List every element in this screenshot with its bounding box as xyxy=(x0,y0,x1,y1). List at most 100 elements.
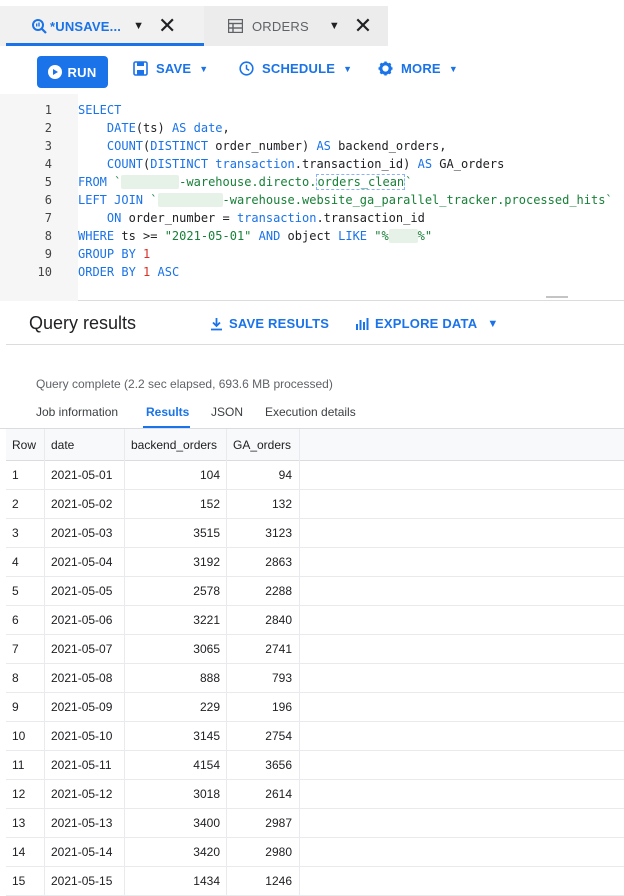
chevron-down-icon[interactable]: ▼ xyxy=(133,20,144,32)
code-token: "2021-05-01" xyxy=(164,229,252,243)
chevron-down-icon: ▼ xyxy=(448,63,458,74)
table-row[interactable]: 15 2021-05-15 1434 1246 xyxy=(6,867,624,896)
more-button[interactable]: MORE ▼ xyxy=(378,61,458,76)
date-cell: 2021-05-13 xyxy=(51,816,113,830)
backend-orders-cell: 152 xyxy=(199,497,220,511)
code-line[interactable]: COUNT(DISTINCT transaction.transaction_i… xyxy=(78,157,504,171)
table-row[interactable]: 2 2021-05-02 152 132 xyxy=(6,490,624,519)
editor-scrollbar[interactable] xyxy=(546,296,568,298)
code-token: DATE xyxy=(106,121,136,135)
gear-icon xyxy=(378,61,393,76)
code-line[interactable]: FROM `xxxxxxxx-warehouse.directo.orders_… xyxy=(78,174,412,190)
tab-job-information[interactable]: Job information xyxy=(36,405,118,419)
tab-results[interactable]: Results xyxy=(146,405,189,419)
code-line[interactable]: COUNT(DISTINCT order_number) AS backend_… xyxy=(78,139,447,153)
row-number-cell: 7 xyxy=(12,642,19,656)
date-cell: 2021-05-01 xyxy=(51,468,113,482)
sql-editor[interactable]: 1 SELECT 2 DATE(ts) AS date, 3 COUNT(DISTIN… xyxy=(0,94,624,301)
redacted-text: xxxxxxxxx xyxy=(157,193,223,207)
date-cell: 2021-05-14 xyxy=(51,845,113,859)
code-token: COUNT xyxy=(106,139,144,153)
row-number-cell: 11 xyxy=(12,758,25,772)
line-number: 7 xyxy=(44,211,52,225)
close-icon[interactable]: ✕ xyxy=(158,13,176,39)
code-line[interactable]: ON order_number = transaction.transactio… xyxy=(78,211,425,225)
row-number-cell: 10 xyxy=(12,729,26,743)
table-row[interactable]: 13 2021-05-13 3400 2987 xyxy=(6,809,624,838)
column-header-date[interactable]: date xyxy=(51,429,74,461)
table-row[interactable]: 10 2021-05-10 3145 2754 xyxy=(6,722,624,751)
schedule-label: SCHEDULE xyxy=(262,61,336,76)
schedule-button[interactable]: SCHEDULE ▼ xyxy=(239,61,352,76)
run-label: RUN xyxy=(67,64,97,80)
ga-orders-cell: 132 xyxy=(271,497,292,511)
code-token: FROM xyxy=(78,175,107,189)
code-token: -warehouse.directo. xyxy=(179,175,317,189)
code-line[interactable]: GROUP BY 1 xyxy=(78,247,150,261)
table-row[interactable]: 14 2021-05-14 3420 2980 xyxy=(6,838,624,867)
code-line[interactable]: ORDER BY 1 ASC xyxy=(78,265,179,279)
code-token: ASC xyxy=(157,265,180,279)
table-row[interactable]: 12 2021-05-12 3018 2614 xyxy=(6,780,624,809)
column-header-backend-orders[interactable]: backend_orders xyxy=(131,429,217,461)
code-token: LIKE xyxy=(338,229,368,243)
table-row[interactable]: 5 2021-05-05 2578 2288 xyxy=(6,577,624,606)
line-number: 10 xyxy=(37,265,52,279)
ga-orders-cell: 3656 xyxy=(265,758,292,772)
code-token: DISTINCT xyxy=(150,157,209,171)
date-cell: 2021-05-09 xyxy=(51,700,113,714)
table-icon xyxy=(226,17,244,35)
code-token: date xyxy=(193,121,223,135)
download-icon xyxy=(210,317,223,331)
tab-json[interactable]: JSON xyxy=(211,405,243,419)
backend-orders-cell: 3145 xyxy=(193,729,220,743)
run-button[interactable]: RUN xyxy=(37,56,108,88)
chevron-down-icon[interactable]: ▼ xyxy=(329,20,340,32)
save-button[interactable]: SAVE ▼ xyxy=(133,61,208,76)
table-row[interactable]: 4 2021-05-04 3192 2863 xyxy=(6,548,624,577)
date-cell: 2021-05-08 xyxy=(51,671,113,685)
code-token: object xyxy=(280,229,339,243)
table-row[interactable]: 8 2021-05-08 888 793 xyxy=(6,664,624,693)
table-row[interactable]: 3 2021-05-03 3515 3123 xyxy=(6,519,624,548)
code-line[interactable]: DATE(ts) AS date, xyxy=(78,121,230,135)
column-header-row: Row xyxy=(12,438,37,452)
code-token: -warehouse.website_ga_parallel_tracker.p… xyxy=(222,193,613,207)
column-header-ga-orders[interactable]: GA_orders xyxy=(233,429,291,461)
chevron-down-icon: ▼ xyxy=(343,63,353,74)
date-cell: 2021-05-04 xyxy=(51,555,113,569)
code-token: AS xyxy=(171,121,187,135)
ga-orders-cell: 2754 xyxy=(265,729,292,743)
code-token: GROUP BY xyxy=(78,247,136,261)
explore-data-button[interactable]: EXPLORE DATA ▼ xyxy=(355,316,498,331)
editor-tab-bar: *UNSAVE... ▼ ✕ ORDERS ▼ ✕ xyxy=(0,0,624,46)
more-label: MORE xyxy=(401,61,441,76)
date-cell: 2021-05-07 xyxy=(51,642,113,656)
ga-orders-cell: 2980 xyxy=(265,845,292,859)
code-line[interactable]: WHERE ts >= "2021-05-01" AND object LIKE… xyxy=(78,229,432,243)
table-row[interactable]: 6 2021-05-06 3221 2840 xyxy=(6,606,624,635)
table-row[interactable]: 1 2021-05-01 104 94 xyxy=(6,461,624,490)
tab-execution-details[interactable]: Execution details xyxy=(265,405,356,419)
code-line[interactable]: SELECT xyxy=(78,103,121,117)
backend-orders-cell: 3420 xyxy=(193,845,220,859)
close-icon[interactable]: ✕ xyxy=(354,13,372,39)
save-results-button[interactable]: SAVE RESULTS xyxy=(210,316,329,331)
row-number-cell: 5 xyxy=(12,584,19,598)
date-cell: 2021-05-02 xyxy=(51,497,113,511)
table-row[interactable]: 9 2021-05-09 229 196 xyxy=(6,693,624,722)
row-number-cell: 8 xyxy=(12,671,19,685)
ga-orders-cell: 793 xyxy=(271,671,292,685)
tab-orders[interactable]: ORDERS ▼ ✕ xyxy=(204,6,388,46)
date-cell: 2021-05-15 xyxy=(51,874,113,888)
table-row[interactable]: 11 2021-05-11 4154 3656 xyxy=(6,751,624,780)
code-token: DISTINCT xyxy=(150,139,209,153)
code-token: AND xyxy=(258,229,281,243)
code-token: transaction xyxy=(236,211,317,225)
table-row[interactable]: 7 2021-05-07 3065 2741 xyxy=(6,635,624,664)
code-line[interactable]: LEFT JOIN `xxxxxxxxx-warehouse.website_g… xyxy=(78,193,613,207)
column-divider xyxy=(226,429,227,896)
code-token: ` xyxy=(150,193,158,207)
tab-unsaved-query[interactable]: *UNSAVE... ▼ ✕ xyxy=(0,6,204,46)
